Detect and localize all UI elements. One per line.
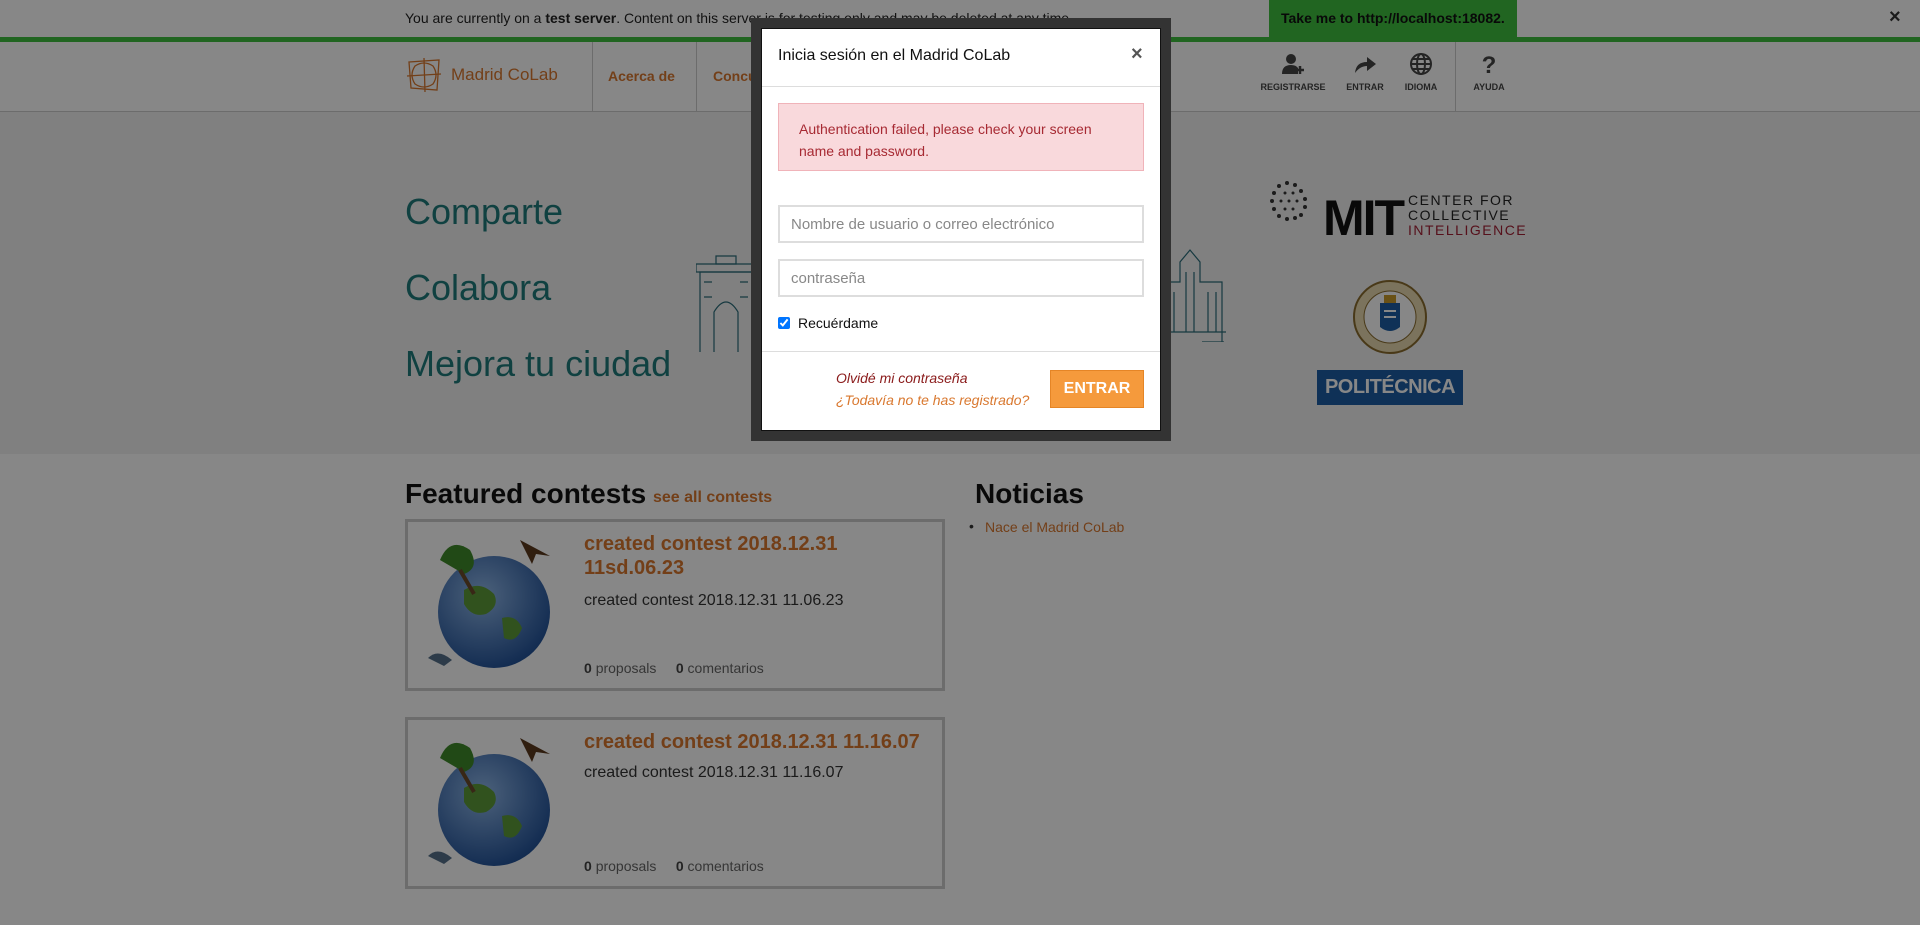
login-modal-title: Inicia sesión en el Madrid CoLab (778, 47, 1011, 64)
register-link[interactable]: ¿Todavía no te has registrado? (836, 392, 1029, 408)
forgot-password-link[interactable]: Olvidé mi contraseña (836, 370, 968, 386)
remember-me-option[interactable]: Recuérdame (778, 315, 878, 331)
remember-me-checkbox[interactable] (778, 317, 790, 329)
close-icon[interactable]: × (1131, 43, 1143, 66)
login-modal: Inicia sesión en el Madrid CoLab × Authe… (761, 28, 1161, 431)
login-submit-button[interactable]: ENTRAR (1050, 370, 1144, 408)
remember-me-label: Recuérdame (798, 315, 879, 331)
auth-error-alert: Authentication failed, please check your… (778, 103, 1144, 171)
password-input[interactable] (778, 259, 1144, 297)
login-modal-header: Inicia sesión en el Madrid CoLab × (762, 29, 1160, 87)
login-modal-footer: Olvidé mi contraseña ¿Todavía no te has … (762, 351, 1160, 431)
username-input[interactable] (778, 205, 1144, 243)
